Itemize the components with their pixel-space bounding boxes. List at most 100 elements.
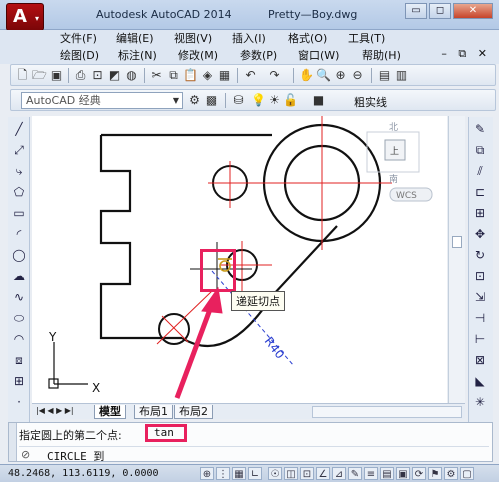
layer-freeze-icon[interactable]: ☀ <box>267 93 282 108</box>
menu-format[interactable]: 格式(O) <box>288 30 327 46</box>
design-center-icon[interactable]: ▥ <box>394 68 409 83</box>
menu-edit[interactable]: 编辑(E) <box>116 30 154 46</box>
explode-icon[interactable]: ✳ <box>472 394 488 410</box>
horizontal-scrollbar[interactable] <box>312 406 462 418</box>
menu-draw[interactable]: 绘图(D) <box>60 47 99 63</box>
save-icon[interactable]: ▣ <box>49 68 64 83</box>
undo-icon[interactable]: ↶ <box>243 68 258 83</box>
document-window-controls[interactable]: – ⧉ ✕ <box>441 47 491 61</box>
3d-osnap-icon[interactable]: ⊡ <box>300 467 314 480</box>
tab-layout2[interactable]: 布局2 <box>174 405 213 419</box>
grid-display-icon[interactable]: ▦ <box>232 467 246 480</box>
spline-icon[interactable]: ∿ <box>11 289 27 305</box>
current-layer-name[interactable]: 粗实线 <box>354 94 387 110</box>
copy-object-icon[interactable]: ⧉ <box>472 142 488 158</box>
properties-icon[interactable]: ▤ <box>377 68 392 83</box>
command-history-icon[interactable]: ⊘ <box>21 448 30 461</box>
make-block-icon[interactable]: ⊞ <box>11 373 27 389</box>
open-icon[interactable]: 🗁 <box>32 68 47 83</box>
application-menu-button[interactable]: A ▾ <box>6 3 44 31</box>
menu-file[interactable]: 文件(F) <box>60 30 97 46</box>
menu-parametric[interactable]: 参数(P) <box>240 47 277 63</box>
selection-cycling-icon[interactable]: ⟳ <box>412 467 426 480</box>
command-line[interactable]: ⊘ CIRCLE 到 <box>19 446 489 463</box>
circle-icon[interactable]: ◯ <box>11 247 27 263</box>
menu-view[interactable]: 视图(V) <box>174 30 212 46</box>
zoom-realtime-icon[interactable]: 🔍 <box>316 68 331 83</box>
paste-icon[interactable]: 📋 <box>183 68 198 83</box>
clean-screen-icon[interactable]: ▢ <box>460 467 474 480</box>
tab-model[interactable]: 模型 <box>94 405 126 419</box>
dynamic-ucs-icon[interactable]: ⊿ <box>332 467 346 480</box>
menu-window[interactable]: 窗口(W) <box>298 47 339 63</box>
menu-help[interactable]: 帮助(H) <box>362 47 401 63</box>
workspace-settings-icon[interactable]: ⚙ <box>187 93 202 108</box>
menu-dimension[interactable]: 标注(N) <box>118 47 157 63</box>
construction-line-icon[interactable]: ⤢ <box>11 142 27 158</box>
workspace-switch-icon[interactable]: ⚙ <box>444 467 458 480</box>
cursor-coordinates[interactable]: 48.2468, 113.6119, 0.0000 <box>8 468 159 479</box>
publish-icon[interactable]: ◩ <box>107 68 122 83</box>
dynamic-input-icon[interactable]: ✎ <box>348 467 362 480</box>
scroll-thumb[interactable] <box>452 236 462 248</box>
snap-mode-icon[interactable]: ⋮ <box>216 467 230 480</box>
zoom-previous-icon[interactable]: ⊖ <box>350 68 365 83</box>
viewcube-north[interactable]: 北 <box>389 122 398 133</box>
transparency-icon[interactable]: ▤ <box>380 467 394 480</box>
minimize-button[interactable]: ▭ <box>405 3 427 19</box>
insert-block-icon[interactable]: ⧈ <box>11 352 27 368</box>
restore-button[interactable]: ◻ <box>429 3 451 19</box>
layer-on-icon[interactable]: 💡 <box>251 93 266 108</box>
break-icon[interactable]: ⊠ <box>472 352 488 368</box>
3d-print-icon[interactable]: ◍ <box>124 68 139 83</box>
object-snap-tracking-icon[interactable]: ∠ <box>316 467 330 480</box>
chamfer-icon[interactable]: ◣ <box>472 373 488 389</box>
array-icon[interactable]: ⊞ <box>472 205 488 221</box>
viewcube-south[interactable]: 南 <box>389 173 398 185</box>
move-icon[interactable]: ✥ <box>472 226 488 242</box>
object-snap-icon[interactable]: ◫ <box>284 467 298 480</box>
workspace-selector[interactable]: AutoCAD 经典 ▼ <box>21 92 183 109</box>
stretch-icon[interactable]: ⇲ <box>472 289 488 305</box>
close-button[interactable]: ✕ <box>453 3 493 19</box>
layer-manager-icon[interactable]: ⛁ <box>231 93 246 108</box>
menu-tools[interactable]: 工具(T) <box>348 30 385 46</box>
menu-modify[interactable]: 修改(M) <box>178 47 218 63</box>
wcs-label[interactable]: WCS <box>396 191 417 201</box>
revision-cloud-icon[interactable]: ☁ <box>11 268 27 284</box>
line-tool-icon[interactable]: ╱ <box>11 121 27 137</box>
copy-icon[interactable]: ⧉ <box>166 68 181 83</box>
extend-icon[interactable]: ⊢ <box>472 331 488 347</box>
block-editor-icon[interactable]: ▦ <box>217 68 232 83</box>
pan-icon[interactable]: ✋ <box>299 68 314 83</box>
rotate-icon[interactable]: ↻ <box>472 247 488 263</box>
lineweight-icon[interactable]: ≡ <box>364 467 378 480</box>
ortho-mode-icon[interactable]: ∟ <box>248 467 262 480</box>
toolbar-lock-icon[interactable]: ▩ <box>204 93 219 108</box>
plot-icon[interactable]: ⎙ <box>73 68 88 83</box>
scale-icon[interactable]: ⊡ <box>472 268 488 284</box>
command-window-grip[interactable] <box>9 423 17 461</box>
quick-properties-icon[interactable]: ▣ <box>396 467 410 480</box>
match-properties-icon[interactable]: ◈ <box>200 68 215 83</box>
new-icon[interactable]: 🗋 <box>15 68 30 83</box>
preview-icon[interactable]: ⊡ <box>90 68 105 83</box>
viewcube-top[interactable]: 上 <box>390 146 399 157</box>
point-icon[interactable]: · <box>11 394 27 410</box>
menu-insert[interactable]: 插入(I) <box>232 30 266 46</box>
polar-tracking-icon[interactable]: ☉ <box>268 467 282 480</box>
tab-navigation[interactable]: |◀ ◀ ▶ ▶| <box>36 406 74 415</box>
layer-lock-icon[interactable]: 🔓 <box>283 93 298 108</box>
cut-icon[interactable]: ✂ <box>149 68 164 83</box>
redo-icon[interactable]: ↷ <box>267 68 282 83</box>
rectangle-icon[interactable]: ▭ <box>11 205 27 221</box>
offset-icon[interactable]: ⊏ <box>472 184 488 200</box>
trim-icon[interactable]: ⊣ <box>472 310 488 326</box>
ellipse-arc-icon[interactable]: ◠ <box>11 331 27 347</box>
tab-layout1[interactable]: 布局1 <box>134 405 173 419</box>
erase-icon[interactable]: ✎ <box>472 121 488 137</box>
ellipse-icon[interactable]: ⬭ <box>11 310 27 326</box>
vertical-scrollbar[interactable] <box>448 116 465 403</box>
polygon-icon[interactable]: ⬠ <box>11 184 27 200</box>
arc-icon[interactable]: ◜ <box>11 226 27 242</box>
